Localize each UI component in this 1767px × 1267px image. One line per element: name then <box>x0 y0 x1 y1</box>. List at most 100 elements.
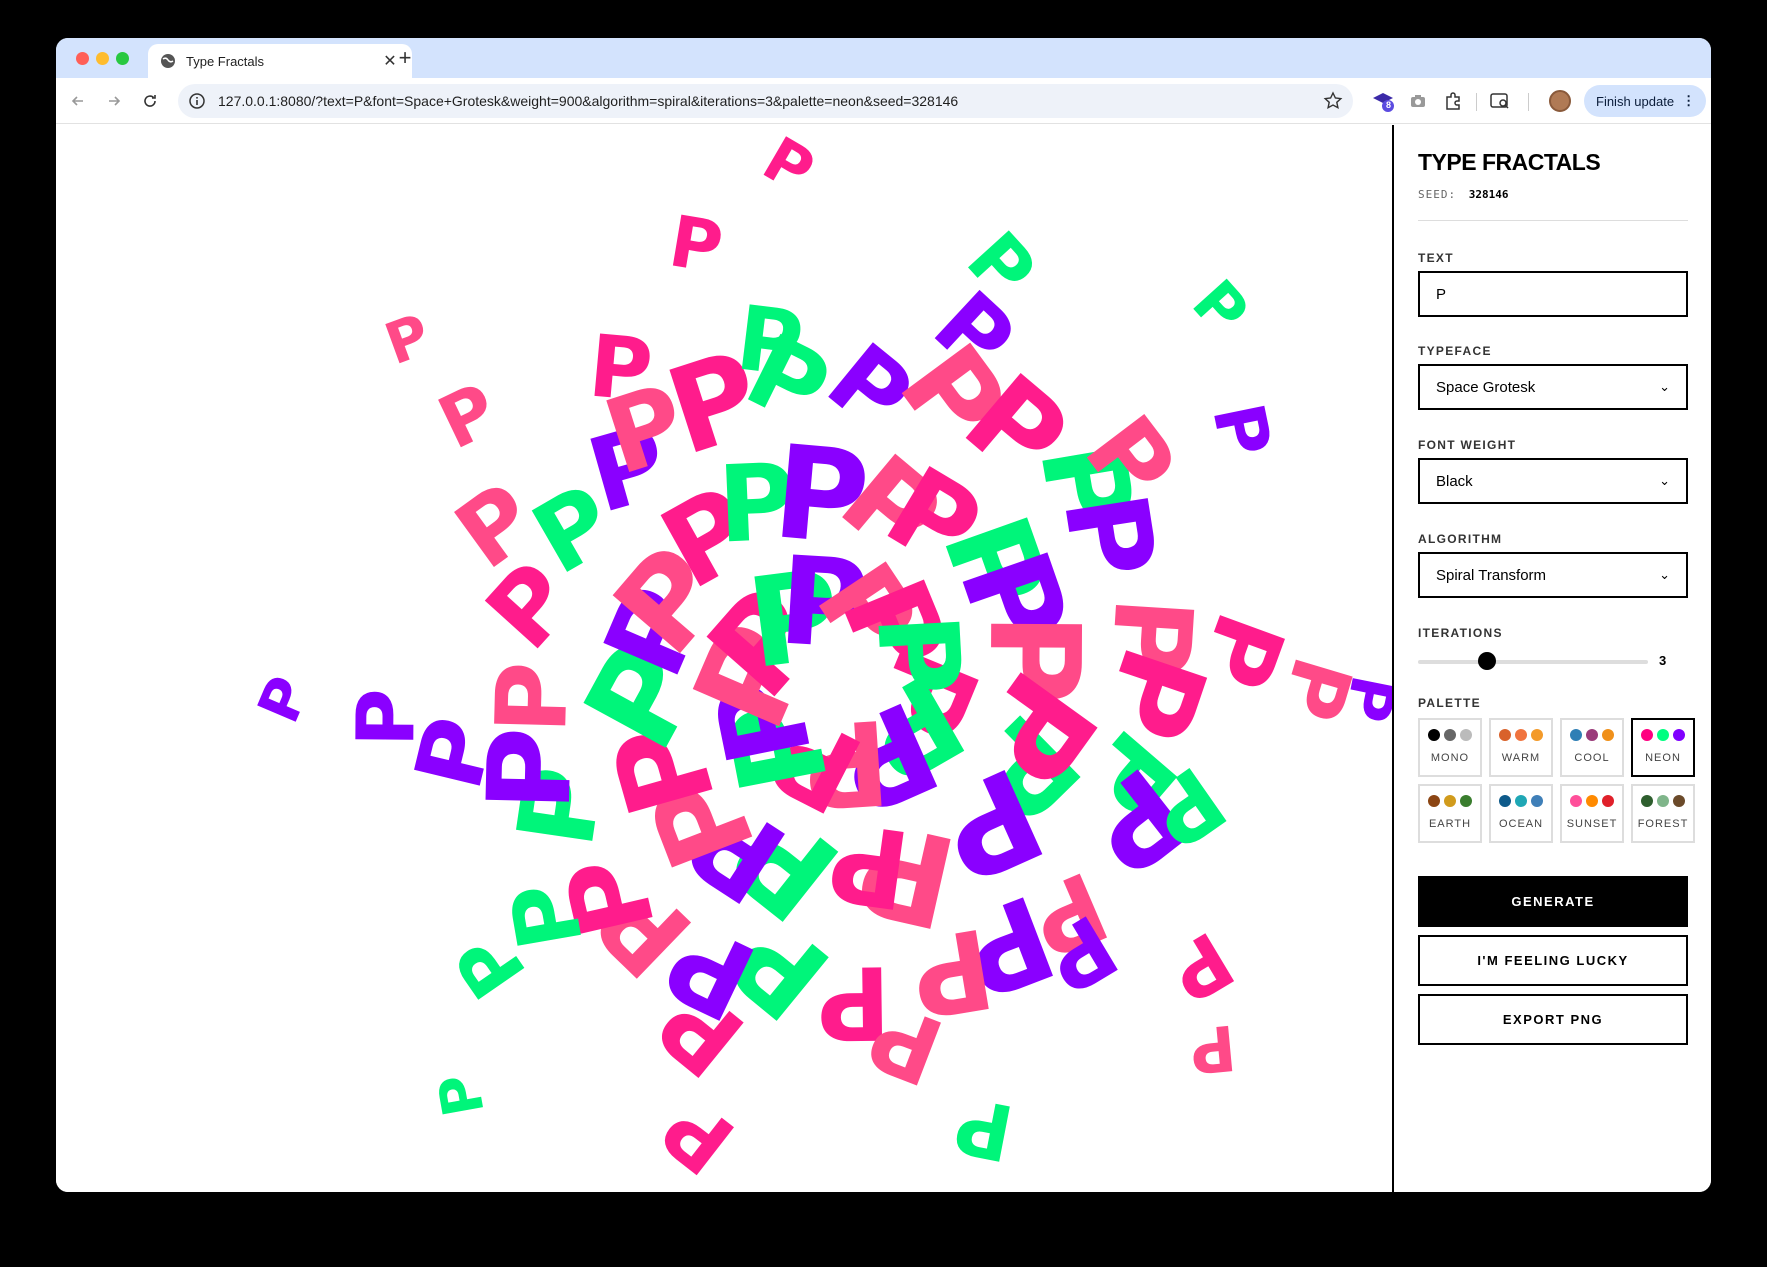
toolbar-separator <box>1528 93 1529 111</box>
palette-name: OCEAN <box>1498 818 1544 830</box>
url-text[interactable]: 127.0.0.1:8080/?text=P&font=Space+Grotes… <box>218 93 1323 109</box>
palette-dots <box>1641 729 1685 741</box>
palette-dots <box>1428 795 1472 807</box>
palette-color-dot <box>1499 729 1511 741</box>
fractal-glyph: P <box>1186 1010 1240 1088</box>
camera-icon[interactable] <box>1406 89 1430 113</box>
palette-dots <box>1570 795 1614 807</box>
reload-button[interactable] <box>136 87 164 115</box>
palette-color-dot <box>1515 795 1527 807</box>
palette-color-dot <box>1531 795 1543 807</box>
palette-swatch-sunset[interactable]: SUNSET <box>1560 784 1624 843</box>
palette-swatch-warm[interactable]: WARM <box>1489 718 1553 777</box>
iterations-value: 3 <box>1659 653 1667 668</box>
palette-color-dot <box>1570 729 1582 741</box>
palette-color-dot <box>1586 795 1598 807</box>
palette-label: PALETTE <box>1418 696 1481 710</box>
back-button[interactable] <box>64 87 92 115</box>
iterations-slider-track[interactable] <box>1418 660 1648 664</box>
palette-color-dot <box>1657 729 1669 741</box>
generate-button[interactable]: GENERATE <box>1418 876 1688 927</box>
maximize-window-button[interactable] <box>116 52 129 65</box>
palette-swatch-neon[interactable]: NEON <box>1631 718 1695 777</box>
palette-color-dot <box>1602 795 1614 807</box>
palette-color-dot <box>1531 729 1543 741</box>
fractal-canvas[interactable]: PPPPPPPPPPPPPPPPPPPPPPPPPPPPPPPPPPPPPPPP… <box>56 125 1392 1192</box>
font-weight-select-value: Black <box>1436 472 1473 490</box>
font-weight-select[interactable]: Black ⌄ <box>1418 458 1688 504</box>
new-tab-button[interactable]: + <box>390 43 420 73</box>
palette-name: SUNSET <box>1566 818 1618 830</box>
extension-badge: 8 <box>1386 100 1392 110</box>
iterations-label: ITERATIONS <box>1418 626 1503 640</box>
control-panel: TYPE FRACTALS SEED: 328146 TEXT P TYPEFA… <box>1394 125 1711 1192</box>
palette-name: COOL <box>1574 752 1610 764</box>
palette-dots <box>1570 729 1614 741</box>
minimize-window-button[interactable] <box>96 52 109 65</box>
address-bar[interactable]: 127.0.0.1:8080/?text=P&font=Space+Grotes… <box>178 84 1353 118</box>
extension-icon[interactable]: 8 <box>1371 89 1395 113</box>
fractal-glyph: P <box>1177 265 1262 348</box>
toolbar-separator <box>1476 93 1477 111</box>
algorithm-select[interactable]: Spiral Transform ⌄ <box>1418 552 1688 598</box>
profile-avatar[interactable] <box>1549 90 1571 112</box>
algorithm-select-value: Spiral Transform <box>1436 566 1547 584</box>
iterations-slider-thumb[interactable] <box>1478 652 1496 670</box>
extensions-puzzle-icon[interactable] <box>1441 89 1465 113</box>
seed-label: SEED: <box>1418 188 1457 201</box>
palette-swatch-forest[interactable]: FOREST <box>1631 784 1695 843</box>
palette-color-dot <box>1673 795 1685 807</box>
typeface-select-value: Space Grotesk <box>1436 378 1536 396</box>
header-divider <box>1418 220 1688 221</box>
fractal-glyph: P <box>244 667 323 733</box>
palette-swatch-mono[interactable]: MONO <box>1418 718 1482 777</box>
palette-color-dot <box>1570 795 1582 807</box>
tab-search-icon[interactable] <box>1488 89 1512 113</box>
fractal-glyph: P <box>474 660 591 736</box>
feeling-lucky-button[interactable]: I'M FEELING LUCKY <box>1418 935 1688 986</box>
browser-window: Type Fractals ✕ + 127.0.0.1:8080/?text=P… <box>56 38 1711 1192</box>
palette-color-dot <box>1460 729 1472 741</box>
finish-update-button[interactable]: Finish update ⋮ <box>1584 85 1706 117</box>
palette-color-dot <box>1515 729 1527 741</box>
browser-toolbar: 127.0.0.1:8080/?text=P&font=Space+Grotes… <box>56 78 1711 124</box>
tab-title: Type Fractals <box>186 53 265 69</box>
fractal-glyph: P <box>947 1078 1020 1178</box>
fractal-glyph: P <box>751 125 826 208</box>
palette-dots <box>1499 795 1543 807</box>
palette-swatch-earth[interactable]: EARTH <box>1418 784 1482 843</box>
palette-color-dot <box>1657 795 1669 807</box>
fractal-glyph: P <box>339 688 434 747</box>
text-input-value: P <box>1436 285 1447 303</box>
close-window-button[interactable] <box>76 52 89 65</box>
palette-name: MONO <box>1430 752 1470 764</box>
more-vertical-icon: ⋮ <box>1682 93 1696 108</box>
export-png-button[interactable]: EXPORT PNG <box>1418 994 1688 1045</box>
palette-name: NEON <box>1645 752 1681 764</box>
finish-update-label: Finish update <box>1596 93 1675 109</box>
fractal-glyph: P <box>376 301 439 379</box>
fractal-glyph: P <box>426 367 511 466</box>
palette-swatch-cool[interactable]: COOL <box>1560 718 1624 777</box>
palette-color-dot <box>1428 795 1440 807</box>
palette-color-dot <box>1499 795 1511 807</box>
tab-type-fractals[interactable]: Type Fractals ✕ <box>148 44 412 78</box>
page-content: PPPPPPPPPPPPPPPPPPPPPPPPPPPPPPPPPPPPPPPP… <box>56 125 1711 1192</box>
chevron-down-icon: ⌄ <box>1659 473 1670 488</box>
palette-dots <box>1499 729 1543 741</box>
fractal-glyph: P <box>663 199 729 290</box>
palette-color-dot <box>1641 795 1653 807</box>
chevron-down-icon: ⌄ <box>1659 567 1670 582</box>
fractal-glyph: P <box>584 316 657 422</box>
text-input[interactable]: P <box>1418 271 1688 317</box>
star-icon[interactable] <box>1323 91 1343 111</box>
palette-color-dot <box>1444 795 1456 807</box>
graduation-cap-icon <box>1373 93 1394 112</box>
forward-button[interactable] <box>100 87 128 115</box>
palette-name: EARTH <box>1428 818 1472 830</box>
palette-dots <box>1428 729 1472 741</box>
typeface-select[interactable]: Space Grotesk ⌄ <box>1418 364 1688 410</box>
palette-swatch-ocean[interactable]: OCEAN <box>1489 784 1553 843</box>
palette-color-dot <box>1586 729 1598 741</box>
info-icon[interactable] <box>188 92 206 110</box>
